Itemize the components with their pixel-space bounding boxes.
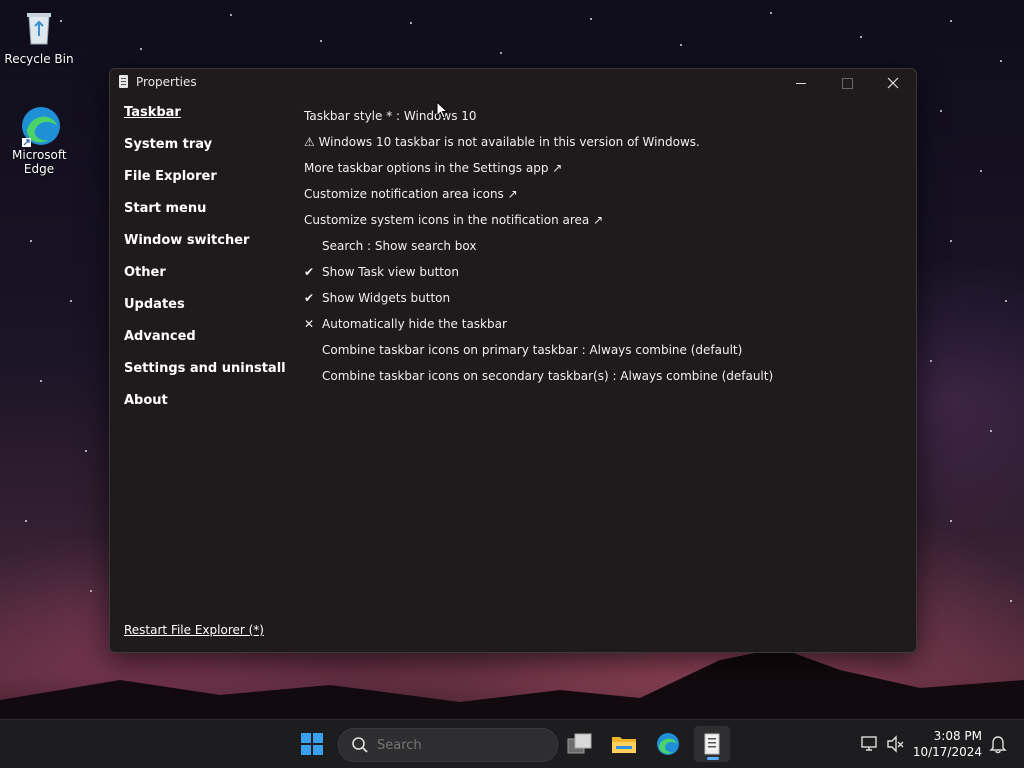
minimize-icon — [796, 82, 806, 84]
file-explorer-button[interactable] — [606, 726, 642, 762]
setting-show-task-view-label: Show Task view button — [322, 265, 459, 279]
sidebar-item-advanced[interactable]: Advanced — [124, 329, 294, 361]
maximize-icon — [841, 77, 853, 89]
check-icon: ✔ — [304, 291, 315, 305]
properties-window: Properties Taskbar System tray File Expl… — [109, 68, 917, 653]
sidebar-item-start-menu[interactable]: Start menu — [124, 201, 294, 233]
setting-taskbar-style[interactable]: Taskbar style * : Windows 10 — [304, 103, 904, 129]
windows-logo-icon — [301, 733, 323, 755]
setting-combine-primary[interactable]: Combine taskbar icons on primary taskbar… — [304, 337, 904, 363]
task-view-button[interactable] — [562, 726, 598, 762]
start-button[interactable] — [294, 726, 330, 762]
sidebar-item-updates[interactable]: Updates — [124, 297, 294, 329]
properties-taskbar-button[interactable] — [694, 726, 730, 762]
desktop-icon-label: Microsoft Edge — [12, 148, 67, 176]
desktop-icon-label: Recycle Bin — [4, 52, 74, 66]
sidebar-item-file-explorer[interactable]: File Explorer — [124, 169, 294, 201]
setting-combine-secondary[interactable]: Combine taskbar icons on secondary taskb… — [304, 363, 904, 389]
window-title: Properties — [136, 75, 197, 89]
sidebar-item-system-tray[interactable]: System tray — [124, 137, 294, 169]
recycle-bin-icon — [19, 8, 59, 48]
maximize-button[interactable] — [824, 69, 870, 97]
sidebar-item-taskbar[interactable]: Taskbar — [124, 105, 294, 137]
search-icon — [352, 737, 368, 753]
setting-search-label: Search : Show search box — [322, 239, 477, 253]
setting-combine-secondary-label: Combine taskbar icons on secondary taskb… — [322, 369, 774, 383]
search-input[interactable] — [375, 736, 549, 754]
sidebar-item-about[interactable]: About — [124, 393, 294, 425]
warning-message: ⚠ Windows 10 taskbar is not available in… — [304, 135, 700, 149]
minimize-button[interactable] — [778, 69, 824, 97]
taskbar: 3:08 PM 10/17/2024 — [0, 719, 1024, 768]
clock-date: 10/17/2024 — [912, 745, 982, 759]
setting-combine-primary-label: Combine taskbar icons on primary taskbar… — [322, 343, 743, 357]
sidebar-item-other[interactable]: Other — [124, 265, 294, 297]
setting-show-task-view[interactable]: ✔ Show Task view button — [304, 259, 904, 285]
title-bar[interactable]: Properties — [110, 69, 916, 97]
network-icon[interactable] — [860, 734, 880, 754]
properties-app-icon — [704, 733, 720, 755]
link-more-taskbar-options[interactable]: More taskbar options in the Settings app… — [304, 155, 904, 181]
folder-icon — [612, 737, 636, 753]
link-customize-system-icons[interactable]: Customize system icons in the notificati… — [304, 207, 904, 233]
sidebar-item-window-switcher[interactable]: Window switcher — [124, 233, 294, 265]
running-indicator — [707, 757, 719, 760]
task-view-icon — [567, 733, 592, 754]
app-icon — [119, 75, 128, 88]
link-customize-notification-icons[interactable]: Customize notification area icons ↗ — [304, 181, 904, 207]
restart-file-explorer-link[interactable]: Restart File Explorer (*) — [124, 623, 264, 637]
setting-show-widgets-label: Show Widgets button — [322, 291, 451, 305]
close-icon — [887, 77, 899, 89]
clock-time: 3:08 PM — [933, 729, 982, 743]
edge-taskbar-button[interactable] — [650, 726, 686, 762]
desktop-icon-microsoft-edge[interactable]: Microsoft Edge — [2, 104, 76, 176]
check-icon: ✔ — [304, 265, 315, 279]
sidebar-nav: Taskbar System tray File Explorer Start … — [124, 105, 294, 425]
setting-auto-hide-taskbar[interactable]: ✕ Automatically hide the taskbar — [304, 311, 904, 337]
setting-show-widgets[interactable]: ✔ Show Widgets button — [304, 285, 904, 311]
cross-icon: ✕ — [304, 317, 315, 331]
notification-bell-icon[interactable] — [988, 734, 1008, 754]
close-button[interactable] — [870, 69, 916, 97]
system-clock[interactable]: 3:08 PM 10/17/2024 — [913, 728, 982, 760]
edge-icon — [657, 733, 679, 755]
mouse-cursor-icon — [436, 101, 448, 119]
setting-auto-hide-taskbar-label: Automatically hide the taskbar — [322, 317, 507, 331]
sidebar-item-settings-and-uninstall[interactable]: Settings and uninstall — [124, 361, 294, 393]
edge-icon — [19, 104, 60, 147]
taskbar-settings-panel: Taskbar style * : Windows 10 ⚠ Windows 1… — [304, 103, 904, 389]
volume-muted-icon[interactable] — [886, 734, 906, 754]
desktop-icon-recycle-bin[interactable]: Recycle Bin — [2, 8, 76, 66]
setting-search[interactable]: Search : Show search box — [304, 233, 904, 259]
taskbar-search-box[interactable] — [338, 728, 558, 762]
